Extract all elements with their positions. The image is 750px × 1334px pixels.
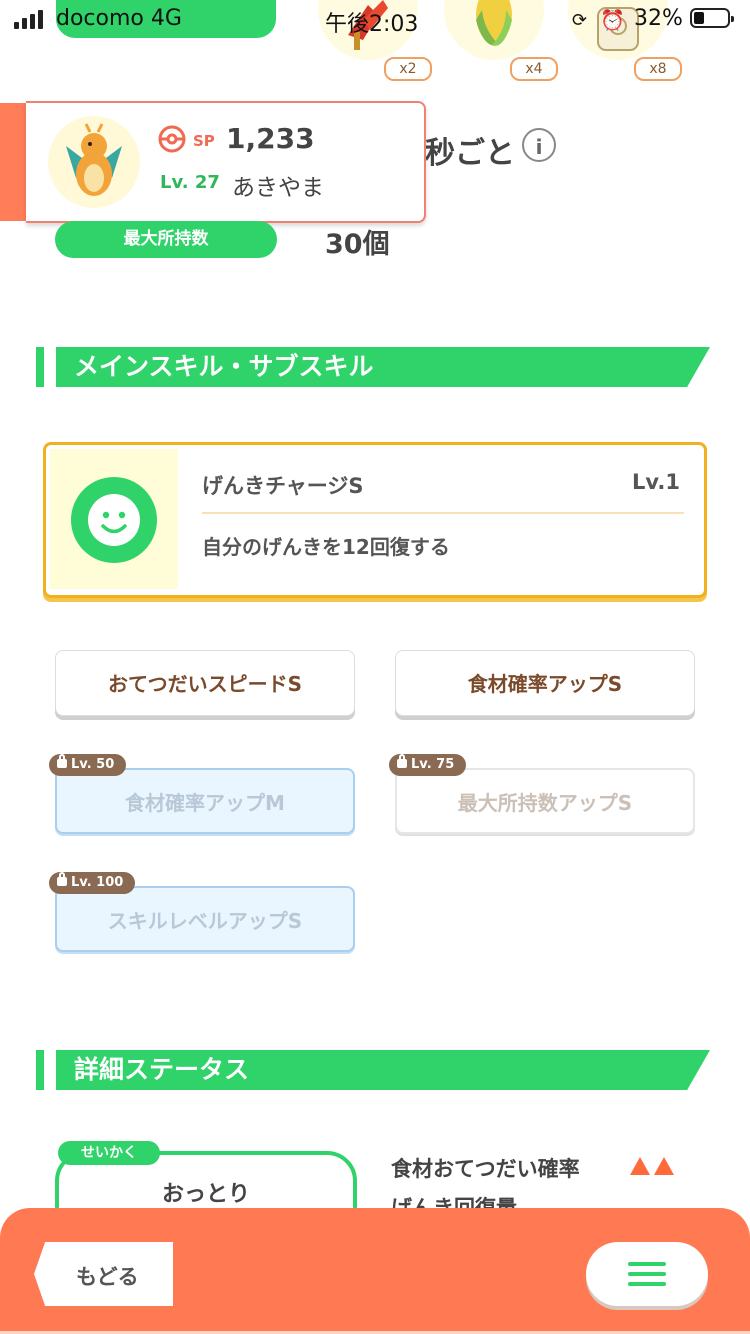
divider xyxy=(202,512,684,514)
pokemon-level: Lv. 27 xyxy=(160,172,220,193)
section-title-skills: メインスキル・サブスキル xyxy=(56,347,710,387)
stat-up-arrows-icon xyxy=(628,1155,678,1177)
dragonite-avatar xyxy=(48,116,140,208)
sp-label: SP xyxy=(193,132,215,150)
sub-skill-button-locked[interactable]: スキルレベルアップS xyxy=(55,886,355,952)
rotation-lock-icon: ⟳ xyxy=(572,10,588,31)
lock-level-badge: Lv. 100 xyxy=(49,872,136,894)
lock-icon xyxy=(397,754,407,768)
ingredient-count: x4 xyxy=(510,57,558,81)
battery-icon xyxy=(690,8,734,28)
sub-skill-button[interactable]: 食材確率アップS xyxy=(395,650,695,716)
lock-icon xyxy=(57,754,67,768)
network-label: 4G xyxy=(150,6,182,31)
lock-level-badge: Lv. 75 xyxy=(389,754,467,776)
nature-tag: せいかく xyxy=(58,1141,160,1165)
lock-level-badge: Lv. 50 xyxy=(49,754,127,776)
max-carry-value: 30個 xyxy=(325,229,390,260)
back-button-label: もどる xyxy=(76,1265,139,1289)
signal-icon xyxy=(14,10,43,29)
battery-percent: 32% xyxy=(634,6,683,31)
sub-skill-button-locked[interactable]: 最大所持数アップS xyxy=(395,768,695,834)
section-title-details: 詳細ステータス xyxy=(56,1050,710,1090)
menu-icon xyxy=(628,1272,666,1276)
ingredient-corn-icon xyxy=(444,0,544,60)
main-skill-description: 自分のげんきを12回復する xyxy=(202,535,450,559)
section-accent xyxy=(36,347,44,387)
alarm-icon: ⏰ xyxy=(600,8,625,32)
poke-ball-icon xyxy=(158,125,186,153)
nature-name: おっとり xyxy=(161,1182,250,1207)
sub-skill-button-locked[interactable]: 食材確率アップM xyxy=(55,768,355,834)
card-tab xyxy=(0,103,26,221)
main-skill-name: げんきチャージS xyxy=(202,474,364,498)
pokemon-nickname: あきやま xyxy=(232,175,324,201)
help-frequency-text: 秒ごと xyxy=(425,136,515,171)
ingredient-count: x2 xyxy=(384,57,432,81)
menu-icon xyxy=(628,1282,666,1286)
carrier-label: docomo 4G xyxy=(56,6,182,31)
sub-skill-button[interactable]: おてつだいスピードS xyxy=(55,650,355,716)
lock-icon xyxy=(57,872,67,886)
section-accent xyxy=(36,1050,44,1090)
ingredient-count: x8 xyxy=(634,57,682,81)
stat-up-label: 食材おてつだい確率 xyxy=(391,1157,580,1181)
smile-icon xyxy=(71,477,157,563)
menu-icon xyxy=(628,1262,666,1266)
info-icon[interactable]: i xyxy=(522,128,556,162)
max-carry-label: 最大所持数 xyxy=(55,221,277,258)
clock-time: 午後2:03 xyxy=(325,12,419,37)
main-skill-level: Lv.1 xyxy=(632,470,680,494)
sp-value: 1,233 xyxy=(226,122,315,155)
